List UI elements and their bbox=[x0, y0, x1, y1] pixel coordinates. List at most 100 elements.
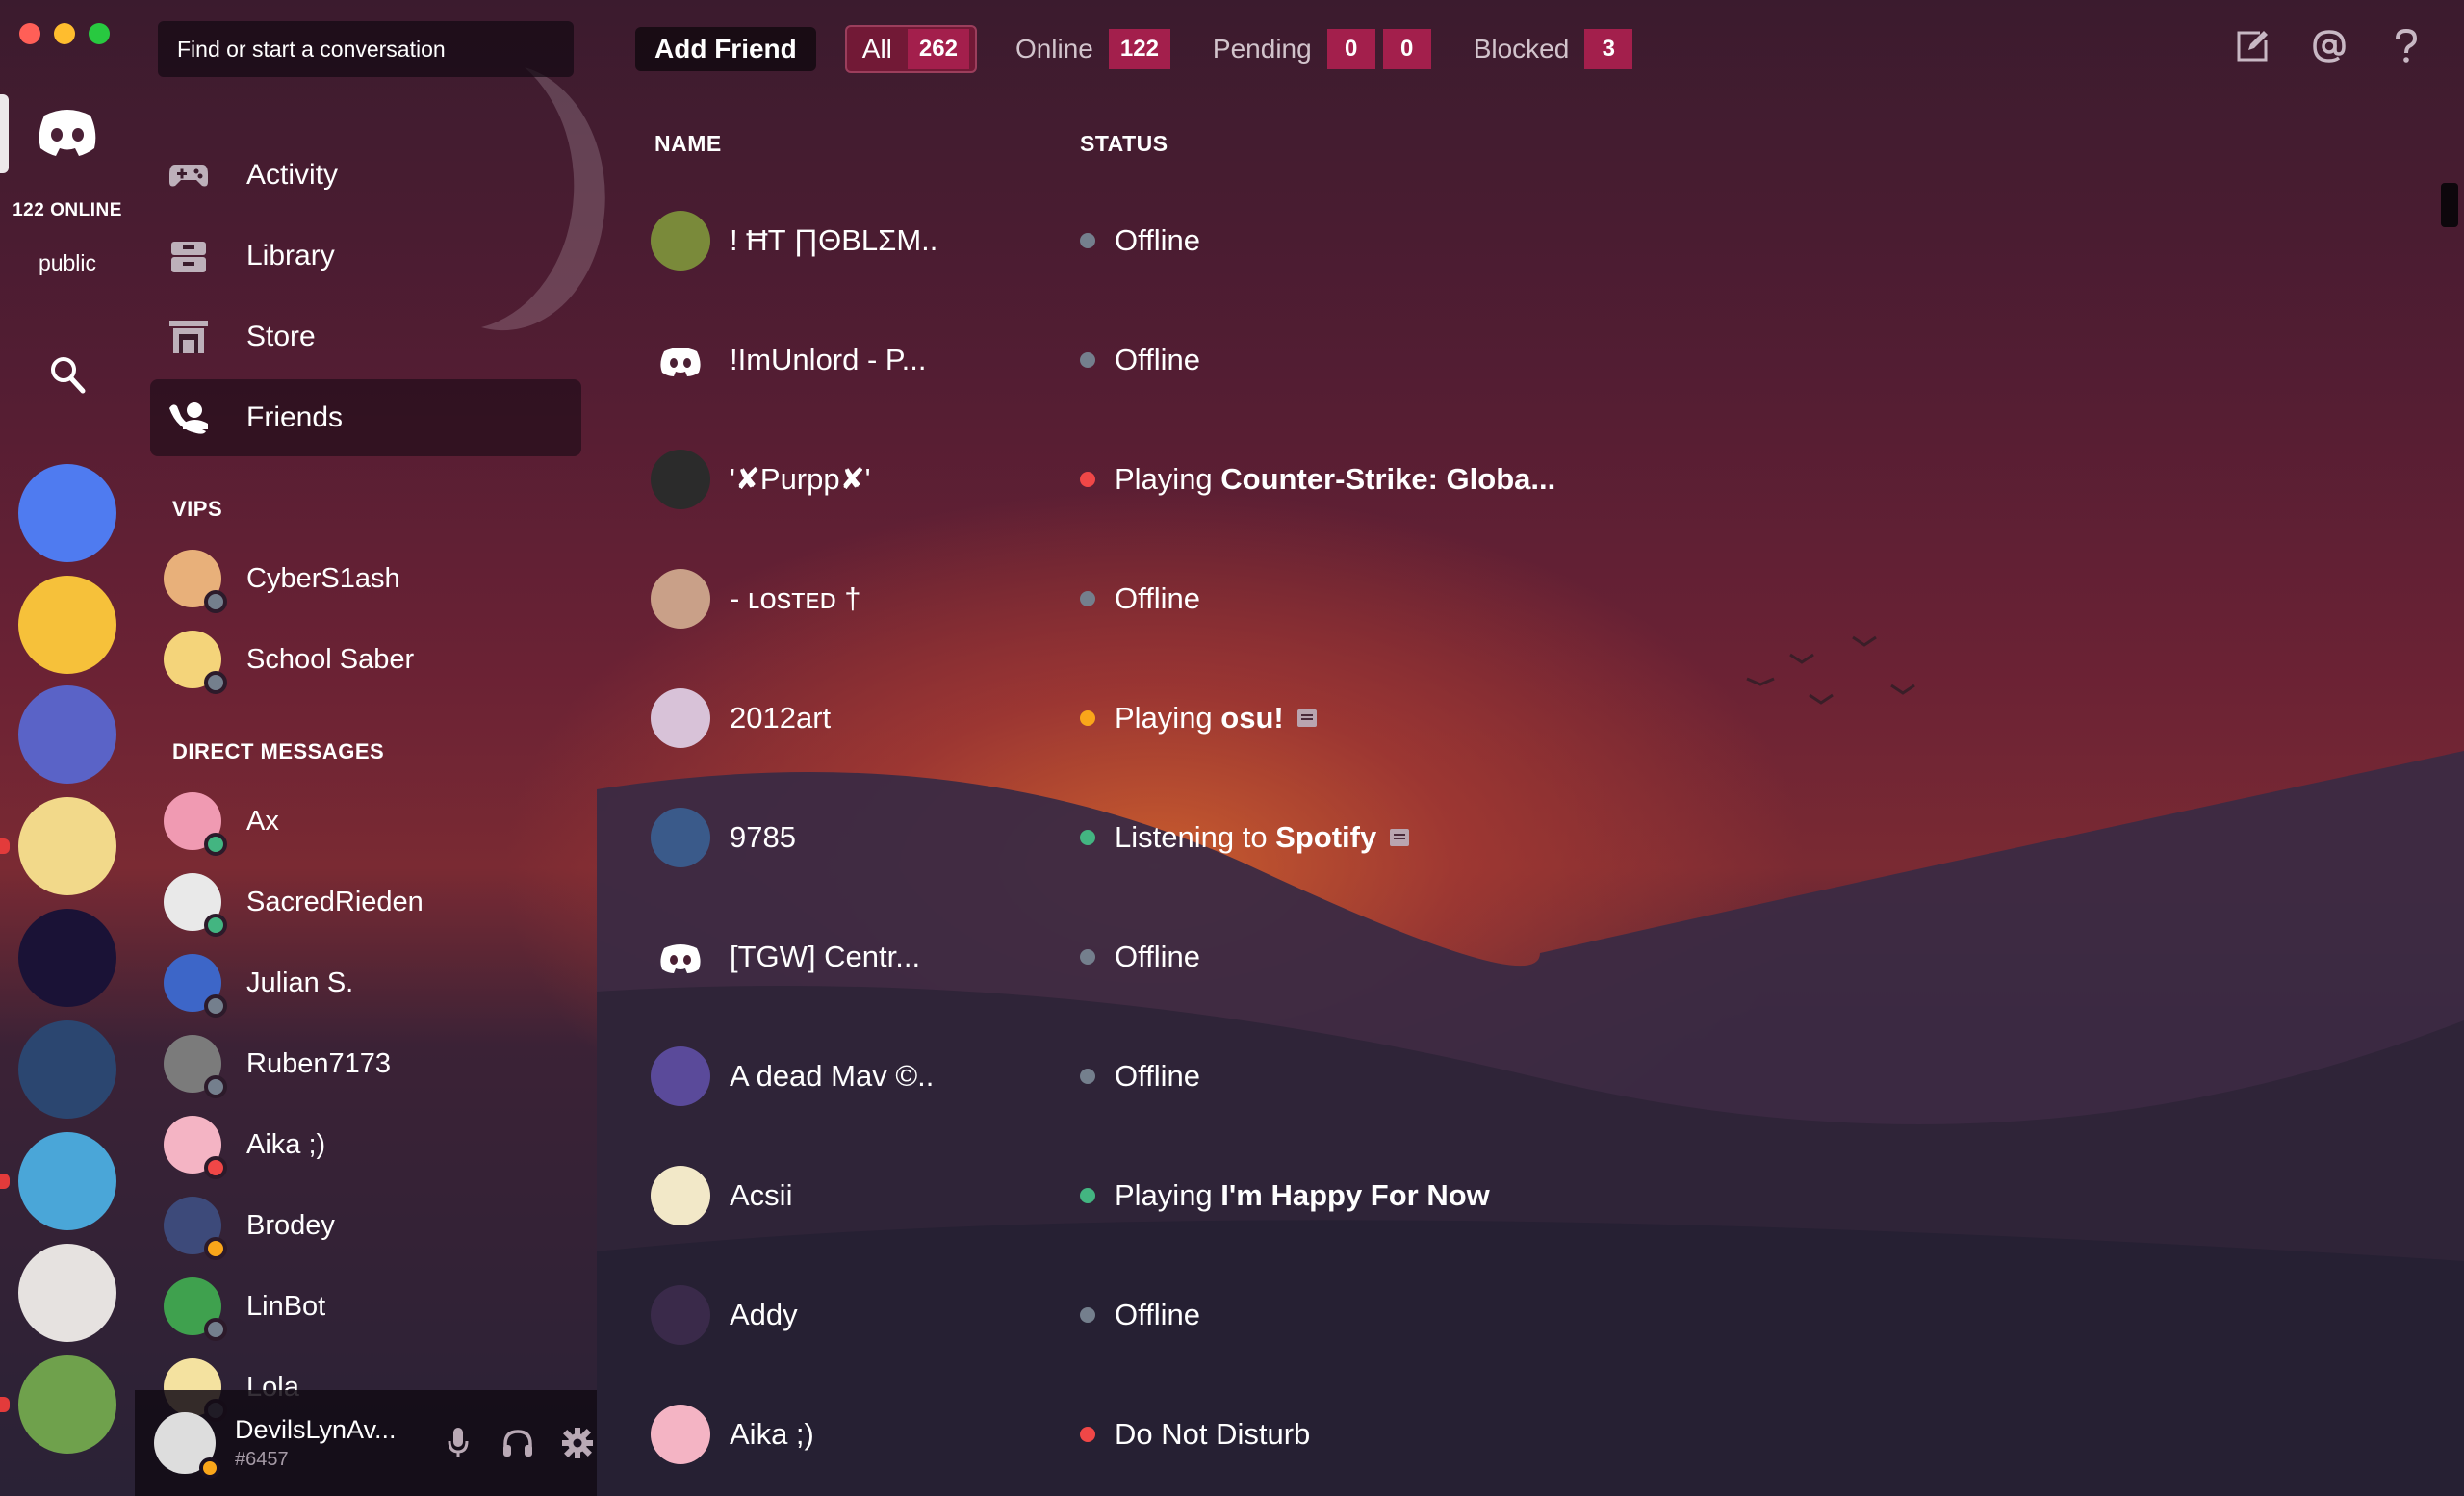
find-conversation-search[interactable]: Find or start a conversation bbox=[158, 21, 574, 77]
vips-heading: VIPS bbox=[172, 497, 223, 521]
dm-item[interactable]: School Saber bbox=[164, 626, 568, 694]
settings-gear-icon[interactable] bbox=[558, 1424, 597, 1462]
status-text: Offline bbox=[1115, 223, 1201, 257]
search-icon[interactable] bbox=[48, 354, 87, 395]
server-earth-icon[interactable] bbox=[18, 1132, 116, 1230]
dm-item[interactable]: Ax bbox=[164, 787, 568, 856]
status-text: Offline bbox=[1115, 940, 1201, 973]
maximize-window-button[interactable] bbox=[89, 23, 110, 44]
tab-pending[interactable]: Pending 0 0 bbox=[1209, 25, 1435, 73]
rich-presence-icon[interactable] bbox=[1296, 709, 1317, 727]
tab-blocked-count: 3 bbox=[1584, 29, 1633, 69]
avatar bbox=[651, 330, 710, 390]
dm-item[interactable]: Ruben7173 bbox=[164, 1030, 568, 1098]
status-text: Playing bbox=[1115, 701, 1221, 735]
avatar bbox=[651, 688, 710, 748]
user-discriminator: #6457 bbox=[235, 1449, 289, 1470]
table-row[interactable]: '✘Purpp✘' Playing Counter-Strike: Globa..… bbox=[651, 420, 2402, 539]
user-info: DevilsLynAv... #6457 bbox=[235, 1415, 418, 1471]
server-house-icon[interactable] bbox=[18, 1020, 116, 1119]
table-row[interactable]: ! ĦT ∏ΘBLΣM.. Offline bbox=[651, 181, 2402, 300]
dm-name: LinBot bbox=[246, 1290, 326, 1322]
server-witch-icon[interactable] bbox=[18, 1355, 116, 1454]
dm-item[interactable]: Brodey bbox=[164, 1192, 568, 1260]
headphones-icon[interactable] bbox=[499, 1424, 537, 1462]
table-row[interactable]: - ʟᴏsᴛᴇᴅ † Offline bbox=[651, 539, 2402, 658]
dm-item[interactable]: LinBot bbox=[164, 1273, 568, 1341]
channel-sidebar: Find or start a conversation Activity Li… bbox=[135, 0, 597, 1496]
nav-activity-label: Activity bbox=[246, 159, 339, 191]
server-anime-blonde-icon[interactable] bbox=[18, 797, 116, 895]
tab-pending-outgoing-count: 0 bbox=[1382, 29, 1431, 69]
help-icon[interactable] bbox=[2387, 27, 2426, 65]
avatar bbox=[651, 1166, 710, 1225]
tab-all-label: All bbox=[861, 34, 892, 64]
dm-name: Aika ;) bbox=[246, 1128, 326, 1160]
user-avatar[interactable] bbox=[154, 1412, 220, 1479]
column-header-name[interactable]: NAME bbox=[654, 131, 722, 157]
dm-item[interactable]: Aika ;) bbox=[164, 1111, 568, 1179]
server-crying-emoji-icon[interactable] bbox=[18, 576, 116, 674]
library-icon bbox=[167, 238, 210, 274]
avatar bbox=[164, 792, 227, 856]
friends-icon bbox=[167, 400, 210, 436]
friend-name: Addy bbox=[730, 1298, 798, 1331]
discord-home-button[interactable] bbox=[35, 104, 100, 158]
friend-name: - ʟᴏsᴛᴇᴅ † bbox=[730, 581, 861, 615]
tab-blocked[interactable]: Blocked 3 bbox=[1470, 25, 1637, 73]
friend-status: Offline bbox=[1080, 343, 1200, 377]
friend-name: A dead Mav ©.. bbox=[730, 1059, 935, 1093]
table-row[interactable]: !ImUnlord - P... Offline bbox=[651, 300, 2402, 420]
avatar bbox=[651, 211, 710, 271]
mention-icon[interactable] bbox=[2310, 27, 2348, 65]
avatar bbox=[651, 808, 710, 867]
table-row[interactable]: Addy Offline bbox=[651, 1255, 2402, 1375]
dm-name: School Saber bbox=[246, 643, 415, 675]
table-row[interactable]: 2012art Playing osu! bbox=[651, 658, 2402, 778]
friends-list-scrollbar[interactable] bbox=[2441, 183, 2458, 227]
dm-item[interactable]: CyberS1ash bbox=[164, 545, 568, 613]
server-white-hair-icon[interactable] bbox=[18, 1244, 116, 1342]
avatar bbox=[651, 927, 710, 987]
status-activity: Spotify bbox=[1275, 820, 1377, 854]
friend-status: Playing I'm Happy For Now bbox=[1080, 1178, 1490, 1213]
rich-presence-icon[interactable] bbox=[1390, 829, 1410, 846]
minimize-window-button[interactable] bbox=[54, 23, 75, 44]
toolbar-icons bbox=[2233, 27, 2426, 65]
table-row[interactable]: Aika ;) Do Not Disturb bbox=[651, 1375, 2402, 1494]
status-text: Offline bbox=[1115, 1298, 1201, 1331]
status-text: Playing bbox=[1115, 1178, 1221, 1212]
status-dot bbox=[1080, 1307, 1095, 1323]
server-egg-icon[interactable] bbox=[18, 685, 116, 784]
window-controls bbox=[19, 23, 110, 44]
presence-indicator bbox=[204, 1075, 227, 1098]
column-header-status[interactable]: STATUS bbox=[1080, 131, 1168, 157]
table-row[interactable]: 9785 Listening to Spotify bbox=[651, 778, 2402, 897]
table-row[interactable]: Acsii Playing I'm Happy For Now bbox=[651, 1136, 2402, 1255]
dm-name: SacredRieden bbox=[246, 886, 424, 917]
dm-item[interactable]: Julian S. bbox=[164, 949, 568, 1018]
server-g-logo-icon[interactable] bbox=[18, 909, 116, 1007]
presence-indicator bbox=[204, 671, 227, 694]
microphone-icon[interactable] bbox=[439, 1424, 477, 1462]
close-window-button[interactable] bbox=[19, 23, 40, 44]
add-friend-button[interactable]: Add Friend bbox=[635, 27, 816, 71]
public-label: public bbox=[38, 250, 97, 275]
table-row[interactable]: A dead Mav ©.. Offline bbox=[651, 1017, 2402, 1136]
nav-friends[interactable]: Friends bbox=[150, 379, 581, 456]
server-2-icon[interactable] bbox=[18, 464, 116, 562]
tab-online[interactable]: Online 122 bbox=[1012, 25, 1174, 73]
tab-all[interactable]: All 262 bbox=[844, 25, 977, 73]
avatar bbox=[651, 450, 710, 509]
nav-library[interactable]: Library bbox=[150, 218, 581, 295]
nav-store[interactable]: Store bbox=[150, 298, 581, 375]
dm-item[interactable]: SacredRieden bbox=[164, 868, 568, 937]
friends-tab-bar: Add Friend All 262 Online 122 Pending 0 … bbox=[616, 21, 1636, 77]
table-row[interactable]: [TGW] Centr... Offline bbox=[651, 897, 2402, 1017]
nav-activity[interactable]: Activity bbox=[150, 137, 581, 214]
new-dm-icon[interactable] bbox=[2233, 27, 2272, 65]
status-dot bbox=[1080, 472, 1095, 487]
avatar bbox=[164, 631, 227, 694]
presence-indicator bbox=[204, 914, 227, 937]
tab-blocked-label: Blocked bbox=[1473, 34, 1570, 64]
